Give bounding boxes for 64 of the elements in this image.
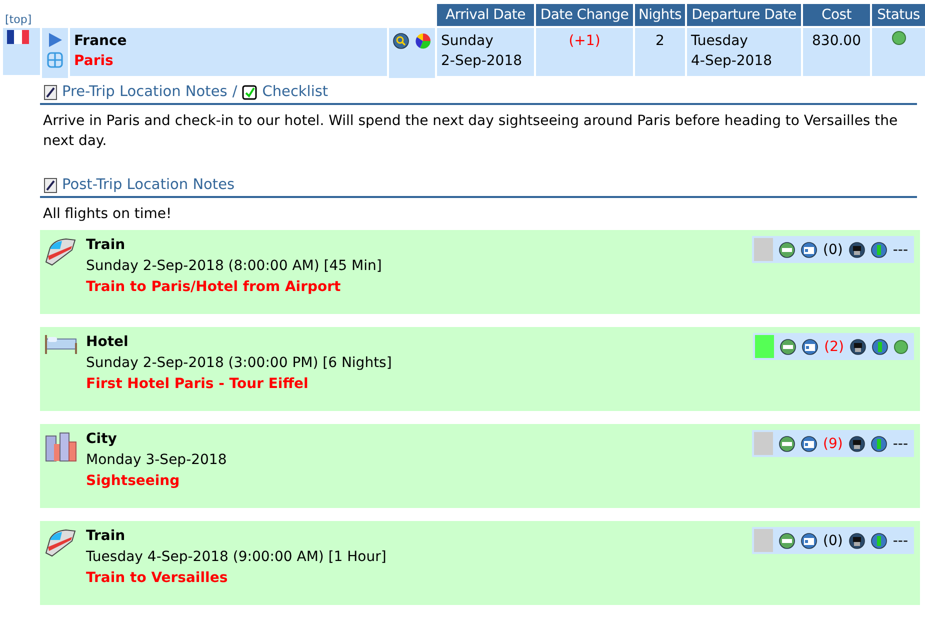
link-separator: / xyxy=(232,84,238,100)
item-name[interactable]: First Hotel Paris - Tour Eiffel xyxy=(86,376,746,392)
attachment-count: (0) xyxy=(823,532,843,548)
printer-icon[interactable] xyxy=(850,338,866,354)
play-icon[interactable] xyxy=(48,32,62,48)
bed-icon xyxy=(44,333,78,355)
cost-value: 830.00 xyxy=(812,33,861,49)
checkbox-icon xyxy=(242,84,258,100)
card-icon[interactable] xyxy=(801,532,817,548)
departure-day: Tuesday xyxy=(691,31,797,51)
status-text: --- xyxy=(892,242,908,258)
item-type: Train xyxy=(86,237,126,253)
item-date: Monday 3-Sep-2018 xyxy=(86,452,228,468)
item-name[interactable]: Train to Versailles xyxy=(86,570,744,586)
item-type: Train xyxy=(86,528,126,544)
train-icon xyxy=(44,236,78,266)
arrival-date: 2-Sep-2018 xyxy=(441,52,524,71)
item-date: Sunday 2-Sep-2018 (8:00:00 AM) [45 Min] xyxy=(86,258,383,274)
printer-icon[interactable] xyxy=(848,436,865,452)
attachment-count: (9) xyxy=(823,436,843,452)
date-change: (+1) xyxy=(568,33,600,49)
status-text: --- xyxy=(892,436,908,452)
column-header: Cost xyxy=(803,4,870,26)
column-header: Departure Date xyxy=(687,4,801,26)
nights-count: 2 xyxy=(656,33,664,49)
item-type: Hotel xyxy=(86,334,130,350)
pie-chart-icon[interactable] xyxy=(415,33,431,49)
arrival-day: Sunday xyxy=(441,31,530,51)
country-name: France xyxy=(74,32,128,51)
pre-trip-notes-text: Arrive in Paris and check-in to our hotel. Will spend the next day sightseeing around Paris before heading to Versailles the next day. xyxy=(43,112,899,151)
city-name[interactable]: Paris xyxy=(74,51,383,71)
pre-trip-notes-link[interactable]: Pre-Trip Location Notes xyxy=(62,84,228,100)
printer-icon[interactable] xyxy=(848,532,865,548)
column-header: Nights xyxy=(635,4,685,26)
item-type: City xyxy=(86,431,118,447)
column-header: Date Change xyxy=(536,4,633,26)
printer-icon[interactable] xyxy=(848,242,865,258)
item-date: Tuesday 4-Sep-2018 (9:00:00 AM) [1 Hour] xyxy=(86,549,388,565)
download-icon[interactable] xyxy=(872,338,888,354)
pencil-icon xyxy=(44,84,57,100)
checklist-link[interactable]: Checklist xyxy=(262,84,328,100)
column-header: Arrival Date xyxy=(437,4,534,26)
train-icon xyxy=(44,527,78,557)
card-icon[interactable] xyxy=(801,436,817,452)
status-text: --- xyxy=(892,532,908,548)
pencil-icon xyxy=(44,178,57,192)
download-icon[interactable] xyxy=(870,242,887,258)
card-icon[interactable] xyxy=(801,242,817,258)
download-icon[interactable] xyxy=(870,532,887,548)
post-trip-notes-text: All flights on time! xyxy=(43,205,173,224)
departure-date: 4-Sep-2018 xyxy=(691,52,774,71)
item-name[interactable]: Train to Paris/Hotel from Airport xyxy=(86,279,744,295)
attachment-count: (2) xyxy=(824,338,844,354)
item-date: Sunday 2-Sep-2018 (3:00:00 PM) [6 Nights] xyxy=(86,355,393,371)
buildings-icon xyxy=(44,430,78,462)
item-name[interactable]: Sightseeing xyxy=(86,473,744,489)
attachment-count: (0) xyxy=(823,242,843,258)
post-trip-notes-link[interactable]: Post-Trip Location Notes xyxy=(62,177,235,193)
download-icon[interactable] xyxy=(870,436,887,452)
column-header: Status xyxy=(872,4,925,26)
card-icon[interactable] xyxy=(802,338,818,354)
top-link[interactable]: [top] xyxy=(3,13,435,26)
search-icon[interactable] xyxy=(393,33,409,49)
flag-icon xyxy=(7,30,29,44)
